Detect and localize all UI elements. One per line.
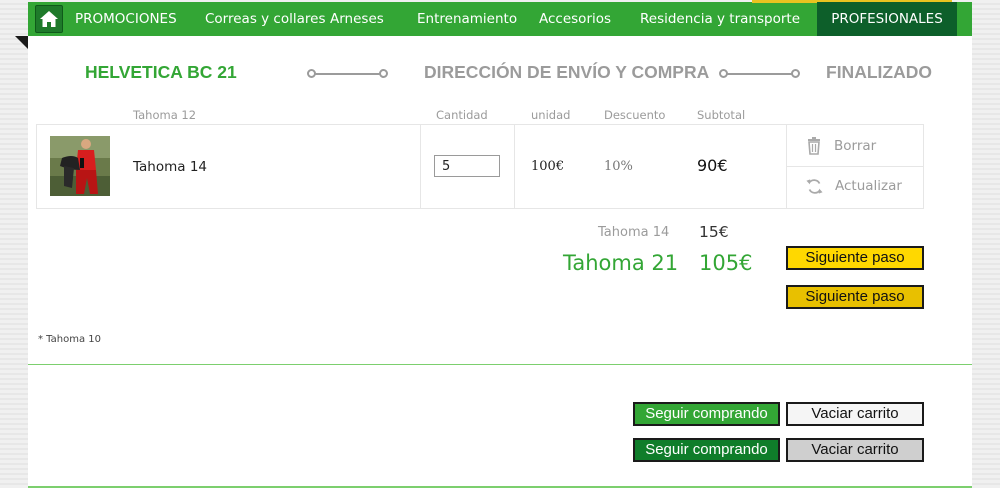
nav-item-promociones[interactable]: PROMOCIONES (75, 2, 177, 36)
nav-item-residencia-transporte[interactable]: Residencia y transporte (640, 2, 800, 36)
step-connector-dot (379, 69, 388, 78)
col-header-subtotal: Subtotal (697, 108, 746, 122)
step-3-title: FINALIZADO (826, 62, 932, 82)
nav-item-accesorios[interactable]: Accesorios (539, 2, 611, 36)
unit-price: 100€ (531, 159, 565, 174)
empty-cart-button[interactable]: Vaciar carrito (786, 402, 924, 426)
total-value: 105€ (699, 251, 753, 275)
nav-item-profesionales[interactable]: PROFESIONALES (817, 2, 957, 36)
footnote: * Tahoma 10 (38, 334, 101, 345)
update-label: Actualizar (835, 178, 902, 194)
delete-button[interactable]: Borrar (806, 135, 876, 157)
col-header-product: Tahoma 12 (133, 108, 197, 122)
action-divider (787, 166, 924, 167)
col-header-unit: unidad (531, 108, 571, 122)
next-step-button[interactable]: Siguiente paso (786, 246, 924, 270)
quantity-input[interactable] (434, 155, 500, 177)
cell-divider (514, 124, 515, 209)
shipping-value: 15€ (699, 223, 729, 241)
nav-ribbon-fold (15, 36, 28, 49)
step-1-title: HELVETICA BC 21 (85, 62, 237, 82)
step-connector-dot (791, 69, 800, 78)
total-label: Tahoma 21 (563, 251, 679, 275)
discount-value: 10% (604, 159, 633, 174)
step-connector-line (315, 73, 381, 75)
col-header-discount: Descuento (604, 108, 666, 122)
col-header-quantity: Cantidad (436, 108, 488, 122)
delete-label: Borrar (834, 138, 877, 154)
step-2-title: DIRECCIÓN DE ENVÍO Y COMPRA (424, 62, 710, 82)
shipping-label: Tahoma 14 (598, 225, 670, 240)
refresh-icon (806, 178, 823, 194)
continue-shopping-button[interactable]: Seguir comprando (633, 402, 780, 426)
empty-cart-button-hover[interactable]: Vaciar carrito (786, 438, 924, 462)
next-step-button-hover[interactable]: Siguiente paso (786, 285, 924, 309)
continue-shopping-button-hover[interactable]: Seguir comprando (633, 438, 780, 462)
nav-item-entrenamiento[interactable]: Entrenamiento (417, 2, 517, 36)
nav-item-arneses[interactable]: Arneses (330, 2, 384, 36)
section-divider (28, 364, 972, 365)
trash-icon (808, 137, 820, 155)
cell-divider (420, 124, 421, 209)
product-thumbnail[interactable] (50, 136, 110, 196)
product-name[interactable]: Tahoma 14 (133, 159, 207, 175)
nav-item-correas-collares[interactable]: Correas y collares (205, 2, 326, 36)
home-icon (40, 11, 58, 27)
step-connector-line (727, 73, 793, 75)
home-button[interactable] (35, 5, 63, 33)
update-button[interactable]: Actualizar (806, 175, 902, 197)
subtotal-value: 90€ (697, 156, 728, 175)
